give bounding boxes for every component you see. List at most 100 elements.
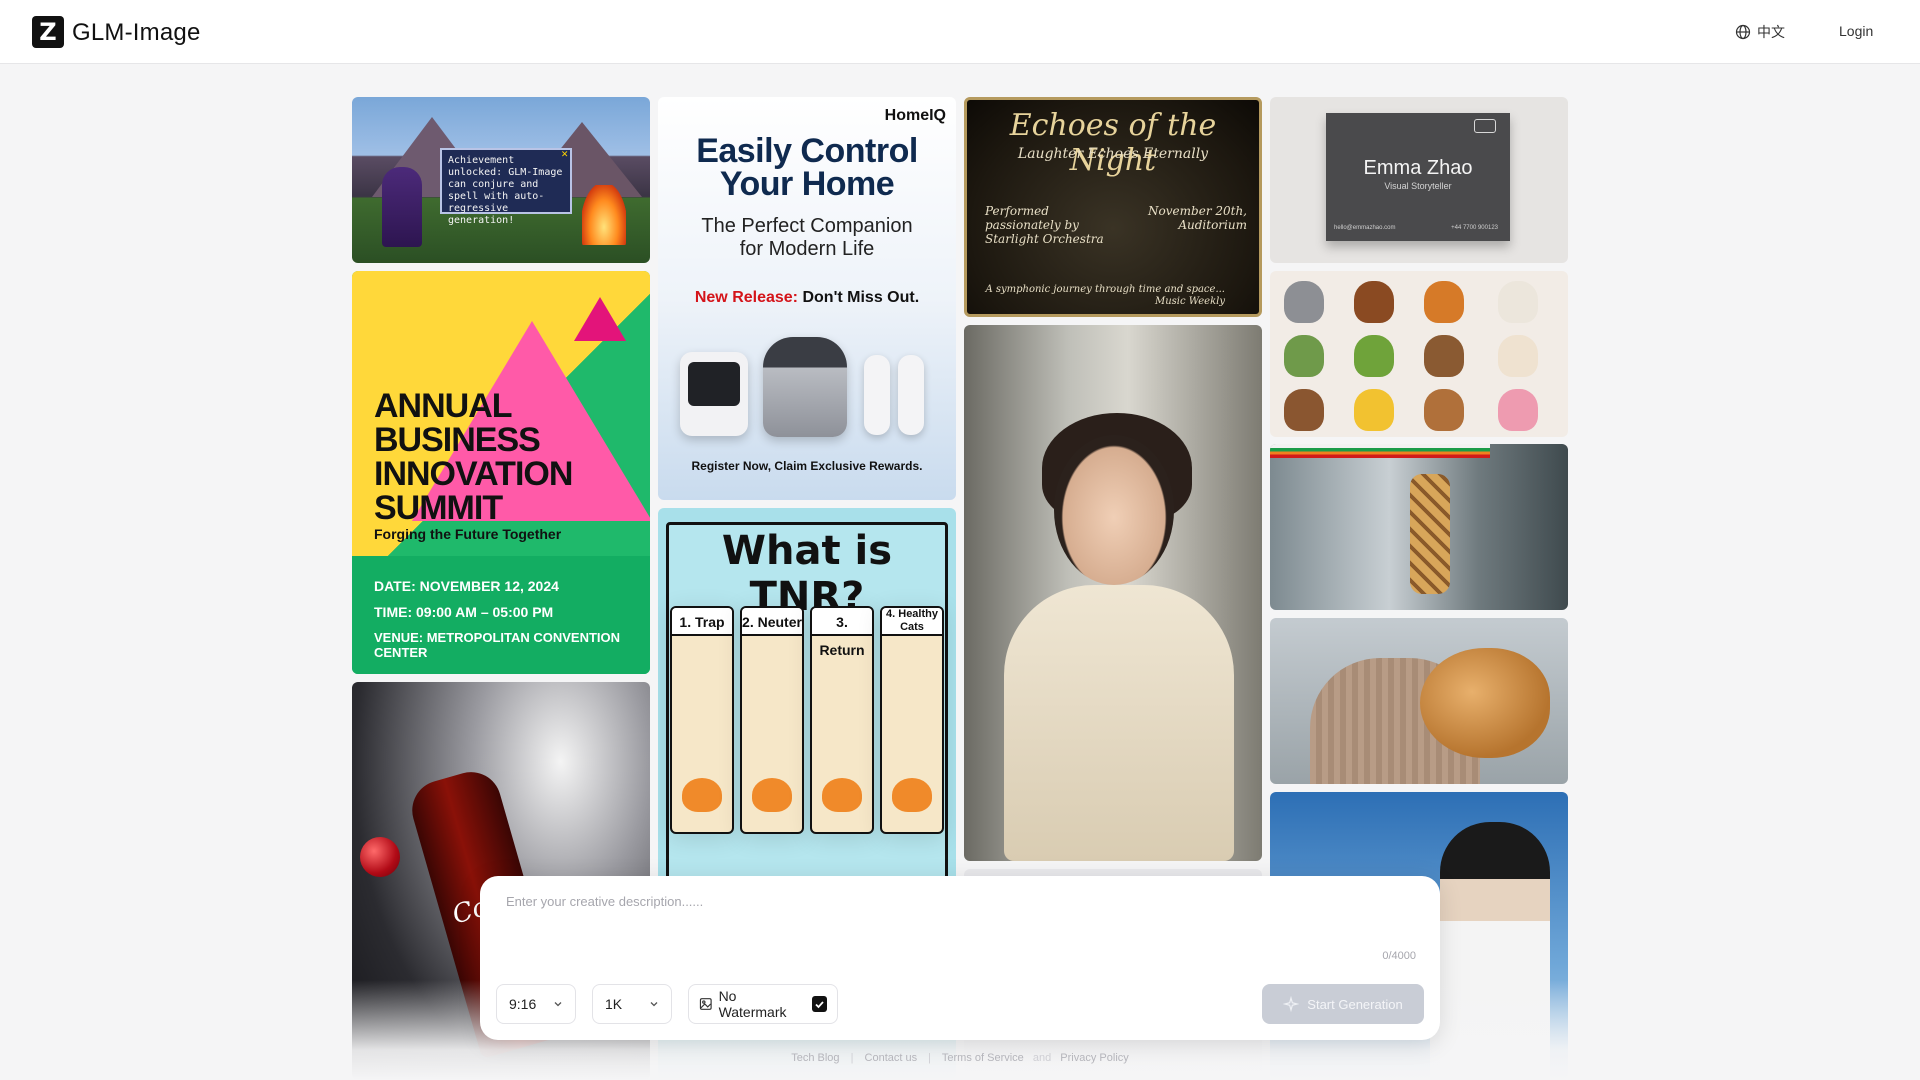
echoes-subtitle: Laughter Echoes Eternally (1017, 146, 1209, 162)
cat-figure (822, 778, 862, 812)
gallery-image-dog-hug[interactable] (1270, 618, 1568, 784)
watermark-toggle[interactable]: No Watermark (688, 984, 838, 1024)
gallery-image-echoes-poster[interactable]: Echoes of the Night Laughter Echoes Eter… (964, 97, 1262, 317)
toy-figure (1498, 281, 1538, 323)
tnr-panel-label: 2. Neuter (742, 608, 802, 636)
summit-title-line: INNOVATION (374, 455, 573, 493)
gallery-image-zodiac-toys[interactable] (1270, 271, 1568, 437)
echoes-title: Echoes of the Night (1009, 108, 1217, 178)
dog-figure (1420, 648, 1550, 758)
chevron-down-icon (554, 1002, 562, 1007)
aspect-ratio-value: 9:16 (509, 996, 537, 1012)
achievement-dialog: ✕ Achievement unlocked: GLM-Image can co… (440, 148, 572, 226)
card-role: Visual Storyteller (1384, 181, 1452, 191)
achievement-text: Achievement unlocked: GLM-Image can conj… (448, 155, 563, 226)
echoes-text: A symphonic journey through time and spa… (985, 284, 1225, 295)
start-generation-label: Start Generation (1307, 996, 1403, 1012)
summit-title-line: ANNUAL (374, 387, 513, 425)
footer-link-privacy[interactable]: Privacy Policy (1060, 1052, 1128, 1064)
tnr-panel: 4. Healthy Cats (880, 606, 944, 834)
footer-link-contact[interactable]: Contact us (865, 1052, 918, 1064)
cat-figure (892, 778, 932, 812)
prompt-panel: 0/4000 9:16 1K No Watermark Start Genera… (480, 876, 1440, 1040)
start-generation-button[interactable]: Start Generation (1262, 984, 1424, 1024)
tnr-panel-label: 4. Healthy Cats (882, 608, 942, 636)
footer-and: and (1032, 1052, 1052, 1064)
tnr-panel: 2. Neuter (740, 606, 804, 834)
footer-separator: | (928, 1052, 932, 1064)
toy-figure (1498, 389, 1538, 431)
summit-subtitle: Forging the Future Together (374, 526, 562, 542)
homeiq-release: New Release: Don't Miss Out. (658, 289, 956, 307)
echoes-text: Auditorium (1178, 218, 1247, 232)
resolution-select[interactable]: 1K (592, 984, 672, 1024)
summit-title: ANNUAL BUSINESS INNOVATION SUMMIT (374, 389, 614, 525)
toy-figure (1354, 389, 1394, 431)
summit-title-line: BUSINESS (374, 421, 541, 459)
summit-time: TIME: 09:00 AM – 05:00 PM (374, 604, 554, 620)
toy-figure (1284, 335, 1324, 377)
homeiq-headline-line: Your Home (719, 165, 895, 203)
tnr-panel-label: 3. Return (812, 608, 872, 658)
summit-title-line: SUMMIT (374, 489, 503, 527)
resolution-value: 1K (605, 996, 623, 1012)
figure-body (1004, 585, 1234, 861)
homeiq-release-text: Don't Miss Out. (798, 289, 920, 306)
toy-figure (1284, 281, 1324, 323)
sparkle-icon (1283, 996, 1300, 1012)
remote-device (898, 355, 924, 435)
toy-figure (1424, 335, 1464, 377)
gallery-image-giraffe-store[interactable] (1270, 444, 1568, 610)
footer-separator: | (850, 1052, 854, 1064)
watermark-checkbox[interactable] (811, 996, 827, 1012)
homeiq-headline: Easily Control Your Home (658, 132, 956, 203)
prompt-input[interactable] (506, 894, 1406, 954)
watermark-label: No Watermark (718, 988, 787, 1020)
tnr-panel: 1. Trap (670, 606, 734, 834)
footer-links: Tech Blog | Contact us | Terms of Servic… (0, 1052, 1920, 1064)
smart-display-device (680, 352, 748, 436)
giraffe-figure (1410, 474, 1450, 594)
gallery-image-pixel-wizard[interactable]: ✕ Achievement unlocked: GLM-Image can co… (352, 97, 650, 263)
echoes-text: Performed (985, 204, 1049, 218)
top-header: Z GLM-Image 中文 Login (0, 0, 1920, 64)
echoes-text: Starlight Orchestra (985, 232, 1104, 246)
campfire-figure (582, 185, 626, 245)
remote-device (864, 355, 890, 435)
card-name: Emma Zhao (1363, 157, 1473, 179)
checkmark-icon (815, 1000, 824, 1008)
homeiq-sub-line: The Perfect Companion (701, 215, 913, 237)
language-switcher[interactable]: 中文 (1735, 22, 1785, 42)
business-card: Emma Zhao Visual Storyteller hello@emmaz… (1326, 113, 1510, 241)
gallery-image-portrait[interactable] (964, 325, 1262, 861)
wizard-figure (382, 167, 422, 247)
store-roof-stripe (1270, 444, 1490, 458)
tnr-panel-label: 1. Trap (672, 608, 732, 636)
red-ornament (360, 837, 400, 877)
homeiq-brand: HomeIQ (884, 107, 946, 124)
homeiq-headline-line: Easily Control (696, 132, 918, 170)
gallery-image-summit-poster[interactable]: ANNUAL BUSINESS INNOVATION SUMMIT Forgin… (352, 271, 650, 674)
homeiq-cta: Register Now, Claim Exclusive Rewards. (691, 459, 923, 473)
footer-link-tech-blog[interactable]: Tech Blog (791, 1052, 839, 1064)
z-logo-icon[interactable]: Z (32, 16, 64, 48)
echoes-quote: A symphonic journey through time and spa… (985, 284, 1225, 308)
globe-icon (1735, 24, 1751, 40)
character-count: 0/4000 (1382, 950, 1416, 962)
homeiq-sub-line: for Modern Life (739, 238, 875, 260)
tnr-panel: 3. Return (810, 606, 874, 834)
card-email: hello@emmazhao.com (1334, 225, 1396, 231)
brand-name[interactable]: GLM-Image (72, 19, 201, 47)
echoes-text: November 20th, (1148, 204, 1247, 218)
gallery-image-homeiq-ad[interactable]: HomeIQ Easily Control Your Home The Perf… (658, 97, 956, 500)
aspect-ratio-select[interactable]: 9:16 (496, 984, 576, 1024)
login-link[interactable]: Login (1839, 23, 1873, 39)
language-label: 中文 (1757, 24, 1785, 40)
gallery-image-business-card[interactable]: Emma Zhao Visual Storyteller hello@emmaz… (1270, 97, 1568, 263)
triangle-icon (574, 297, 626, 341)
toy-figure (1354, 335, 1394, 377)
toy-figure (1354, 281, 1394, 323)
echoes-performer: Performed passionately by Starlight Orch… (985, 204, 1104, 246)
smart-speaker-device (763, 337, 847, 437)
footer-link-terms[interactable]: Terms of Service (942, 1052, 1024, 1064)
